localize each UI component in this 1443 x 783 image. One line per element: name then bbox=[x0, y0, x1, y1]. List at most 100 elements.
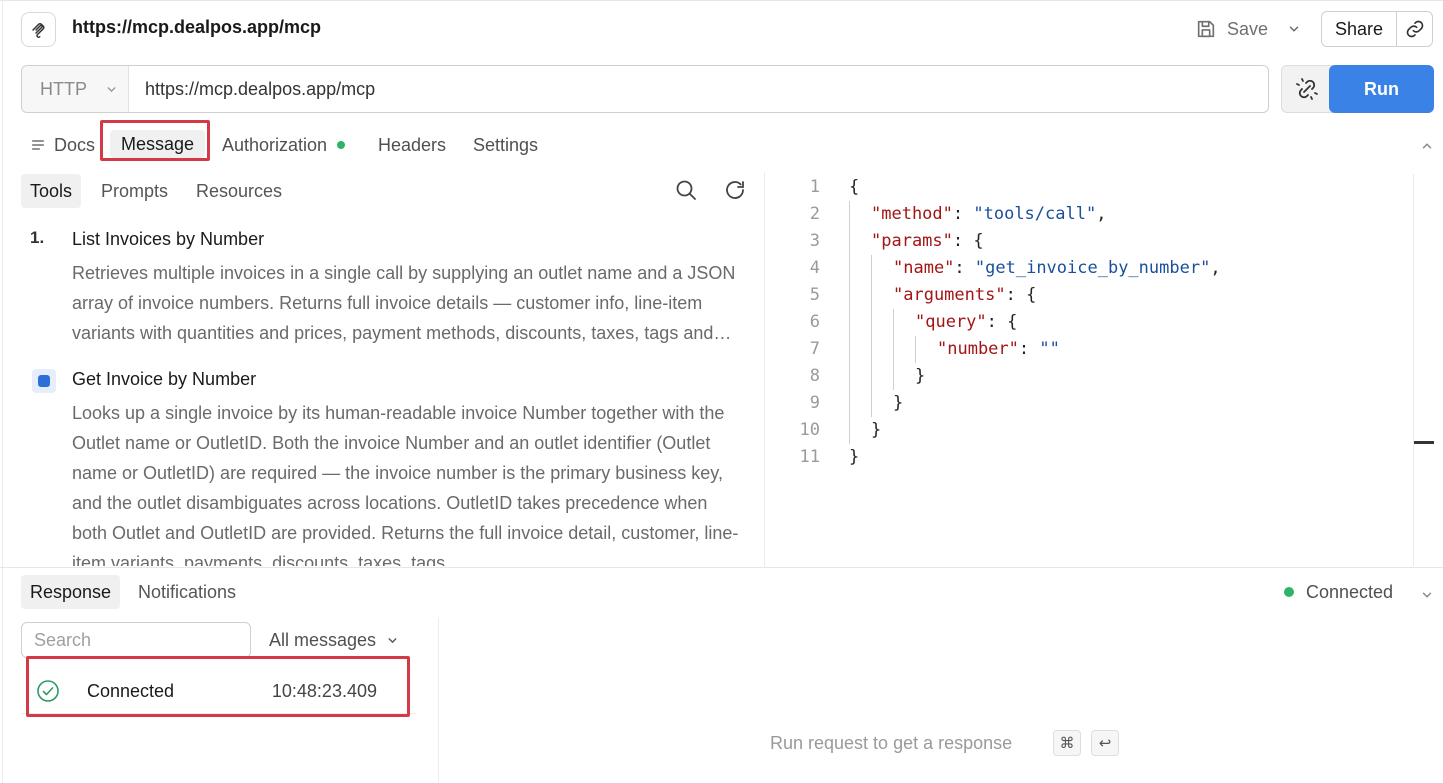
line-number: 7 bbox=[809, 339, 820, 359]
code-line[interactable]: 9} bbox=[790, 390, 1410, 417]
connection-options-button[interactable] bbox=[1420, 586, 1434, 607]
share-group: Share bbox=[1321, 11, 1433, 47]
indent-guide bbox=[849, 336, 850, 363]
tab-response[interactable]: Response bbox=[21, 575, 121, 609]
code-line[interactable]: 5 "arguments": { bbox=[790, 282, 1410, 309]
json-key: "name" bbox=[893, 258, 955, 278]
tool-item-selected[interactable]: Get Invoice by Number Looks up a single … bbox=[30, 366, 750, 566]
json-key: "number" bbox=[937, 339, 1019, 359]
code-line[interactable]: 11} bbox=[790, 444, 1410, 471]
indent-guide bbox=[849, 363, 850, 390]
code-text: "name": "get_invoice_by_number", bbox=[849, 255, 1221, 282]
chevron-down-icon bbox=[1422, 592, 1432, 598]
indent-guide bbox=[871, 282, 872, 309]
code-line[interactable]: 10} bbox=[790, 417, 1410, 444]
collapse-panel-button[interactable] bbox=[1420, 137, 1434, 158]
tool-item[interactable]: 1. List Invoices by Number Retrieves mul… bbox=[30, 226, 750, 348]
indent-guide bbox=[893, 363, 894, 390]
indent-guide bbox=[849, 201, 850, 228]
json-key: "arguments" bbox=[893, 285, 1006, 305]
code-text: "query": { bbox=[849, 309, 1017, 336]
refresh-tools-button[interactable] bbox=[723, 178, 747, 207]
window-top-border bbox=[0, 0, 1443, 1]
indent-guide bbox=[849, 417, 850, 444]
enter-key-hint: ↩ bbox=[1091, 730, 1119, 756]
tab-authorization[interactable]: Authorization bbox=[222, 131, 346, 159]
chevron-down-icon bbox=[1289, 26, 1299, 32]
copy-link-button[interactable] bbox=[1397, 12, 1432, 46]
line-number: 6 bbox=[809, 312, 820, 332]
indent-guide bbox=[915, 336, 916, 363]
line-number: 3 bbox=[809, 231, 820, 251]
code-text: "arguments": { bbox=[849, 282, 1036, 309]
json-punctuation: } bbox=[915, 366, 926, 386]
search-messages-input[interactable] bbox=[21, 622, 251, 658]
json-punctuation: { bbox=[849, 177, 860, 197]
code-line[interactable]: 8} bbox=[790, 363, 1410, 390]
json-punctuation: : bbox=[954, 258, 975, 278]
tab-settings[interactable]: Settings bbox=[473, 131, 538, 159]
code-line[interactable]: 4 "name": "get_invoice_by_number", bbox=[790, 255, 1410, 282]
json-key: "query" bbox=[915, 312, 987, 332]
message-filter-select[interactable]: All messages bbox=[269, 627, 399, 653]
json-punctuation: } bbox=[849, 447, 860, 467]
code-line[interactable]: 7 "number": "" bbox=[790, 336, 1410, 363]
panel-divider[interactable] bbox=[764, 172, 765, 567]
indent-guide bbox=[849, 282, 850, 309]
command-key-hint: ⌘ bbox=[1053, 730, 1081, 756]
code-text: "method": "tools/call", bbox=[849, 201, 1106, 228]
message-editor[interactable]: 1{ 2 "method": "tools/call", 3 "params": { 4 "… bbox=[790, 174, 1410, 471]
window-left-border bbox=[2, 0, 3, 783]
search-tools-button[interactable] bbox=[674, 178, 698, 207]
response-panel-divider[interactable] bbox=[438, 617, 439, 783]
connection-status-label: Connected bbox=[1306, 581, 1394, 602]
code-text: } bbox=[849, 444, 859, 471]
json-punctuation: } bbox=[871, 420, 882, 440]
connection-status-dot bbox=[1284, 587, 1294, 597]
line-number: 8 bbox=[809, 366, 820, 386]
code-line[interactable]: 6 "query": { bbox=[790, 309, 1410, 336]
tool-index: 1. bbox=[30, 228, 45, 247]
url-bar: HTTP bbox=[21, 65, 1269, 113]
code-line[interactable]: 2 "method": "tools/call", bbox=[790, 201, 1410, 228]
editor-scroll-thumb[interactable] bbox=[1414, 441, 1434, 444]
line-number: 4 bbox=[809, 258, 820, 278]
share-button[interactable]: Share bbox=[1322, 12, 1397, 46]
mcp-app-icon[interactable] bbox=[21, 12, 56, 47]
json-punctuation: : bbox=[1018, 339, 1040, 359]
json-punctuation: , bbox=[1096, 204, 1107, 224]
subtab-resources[interactable]: Resources bbox=[187, 174, 291, 208]
highlight-box-message bbox=[100, 120, 210, 161]
code-line[interactable]: 1{ bbox=[790, 174, 1410, 201]
indent-guide bbox=[871, 255, 872, 282]
url-input[interactable] bbox=[145, 78, 1245, 100]
save-options-button[interactable] bbox=[1283, 14, 1305, 44]
indent-guide bbox=[849, 255, 850, 282]
indent-guide bbox=[871, 390, 872, 417]
tab-authorization-label: Authorization bbox=[222, 134, 328, 155]
code-line[interactable]: 3 "params": { bbox=[790, 228, 1410, 255]
json-punctuation: : bbox=[952, 204, 974, 224]
subtab-prompts[interactable]: Prompts bbox=[92, 174, 177, 208]
tab-docs[interactable]: Docs bbox=[30, 131, 95, 159]
run-button[interactable]: Run bbox=[1329, 65, 1434, 113]
json-punctuation: : { bbox=[952, 231, 984, 251]
json-punctuation: } bbox=[893, 393, 904, 413]
line-number: 2 bbox=[809, 204, 820, 224]
save-button[interactable]: Save bbox=[1195, 14, 1268, 44]
method-label: HTTP bbox=[40, 78, 87, 99]
code-text: } bbox=[849, 363, 925, 390]
editor-scrollbar[interactable] bbox=[1413, 174, 1414, 566]
tool-description: Retrieves multiple invoices in a single … bbox=[72, 263, 736, 343]
tab-docs-label: Docs bbox=[54, 134, 96, 155]
json-punctuation: : { bbox=[986, 312, 1018, 332]
method-select[interactable]: HTTP bbox=[22, 66, 129, 112]
request-title: https://mcp.dealpos.app/mcp bbox=[72, 17, 322, 37]
response-divider[interactable] bbox=[0, 567, 1443, 568]
save-label: Save bbox=[1227, 18, 1269, 39]
tab-headers[interactable]: Headers bbox=[378, 131, 446, 159]
subtab-tools[interactable]: Tools bbox=[21, 174, 82, 208]
json-punctuation: , bbox=[1210, 258, 1221, 278]
tab-notifications[interactable]: Notifications bbox=[129, 575, 245, 609]
disconnect-button[interactable] bbox=[1281, 65, 1333, 113]
